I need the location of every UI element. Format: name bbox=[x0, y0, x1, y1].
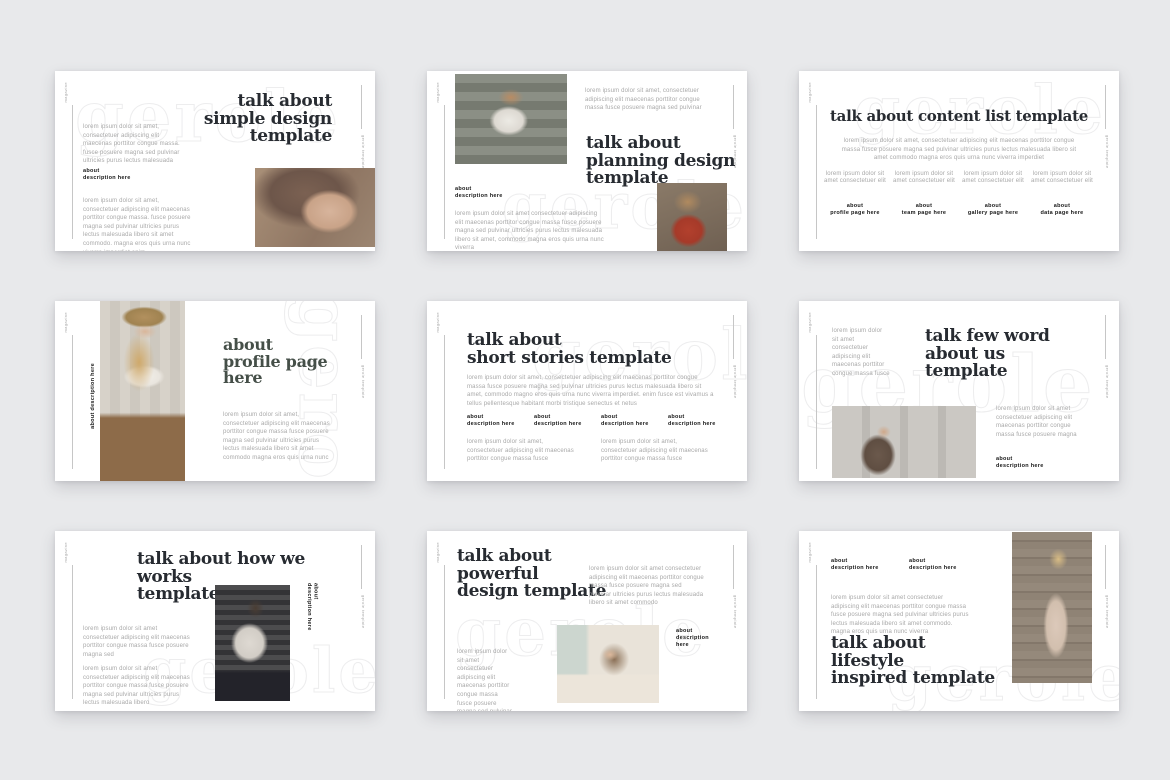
body-paragraph: lorem ipsum dolor sit amet consectetuer … bbox=[83, 665, 195, 708]
slide-thumbnail-how-we-works[interactable]: gerole magazine gerole template talk abo… bbox=[55, 531, 375, 711]
side-rule-right bbox=[361, 315, 362, 359]
side-rule-right bbox=[733, 315, 734, 359]
slide-thumbnail-content-list[interactable]: gerole magazine gerole template talk abo… bbox=[799, 71, 1119, 251]
about-description-label: about description here bbox=[83, 168, 131, 182]
side-rule-left bbox=[444, 335, 445, 469]
side-rule-left bbox=[444, 565, 445, 699]
side-label-template: gerole template bbox=[361, 135, 366, 169]
about-description-label: about description here bbox=[676, 628, 709, 648]
body-paragraph: lorem ipsum dolor sit amet consectetuer … bbox=[457, 648, 514, 711]
about-description-label-vertical: about description here bbox=[90, 363, 97, 429]
intro-paragraph: lorem ipsum dolor sit amet, consectetuer… bbox=[467, 374, 715, 408]
side-label-magazine: magazine bbox=[435, 542, 440, 563]
side-label-magazine: magazine bbox=[63, 82, 68, 103]
side-label-magazine: magazine bbox=[63, 312, 68, 333]
about-data-page-label: about data page here bbox=[1029, 203, 1095, 217]
side-rule-right bbox=[733, 85, 734, 129]
about-description-label: about description here bbox=[601, 414, 649, 428]
side-label-magazine: magazine bbox=[807, 542, 812, 563]
about-description-label: about description here bbox=[534, 414, 582, 428]
column-paragraph: lorem ipsum dolor sit amet, consectetuer… bbox=[467, 438, 579, 464]
slide-heading: talk few word about us template bbox=[925, 328, 1050, 381]
photo-woman-wall bbox=[832, 406, 976, 478]
about-team-page-label: about team page here bbox=[891, 203, 957, 217]
side-rule-left bbox=[444, 105, 445, 239]
slide-thumbnail-powerful-design[interactable]: gerole magazine gerole template talk abo… bbox=[427, 531, 747, 711]
body-paragraph: lorem ipsum dolor sit amet consectetuer … bbox=[83, 625, 193, 659]
side-rule-left bbox=[816, 105, 817, 239]
side-rule-left bbox=[816, 335, 817, 469]
photo-woman-glasses bbox=[557, 625, 659, 703]
side-label-template: gerole template bbox=[1105, 135, 1110, 169]
about-description-label: about description here bbox=[668, 414, 716, 428]
about-description-label: about description here bbox=[831, 558, 879, 572]
slide-heading: talk about planning design template bbox=[586, 135, 735, 188]
side-label-magazine: magazine bbox=[435, 82, 440, 103]
body-paragraph: lorem ipsum dolor sit amet consectetuer … bbox=[589, 565, 705, 608]
slide-heading: talk about short stories template bbox=[467, 332, 672, 367]
slide-heading: talk about simple design template bbox=[204, 93, 332, 146]
slide-thumbnail-planning-design[interactable]: gerole magazine gerole template lorem ip… bbox=[427, 71, 747, 251]
side-rule-left bbox=[816, 565, 817, 699]
body-paragraph: lorem ipsum dolor sit amet consectetuer … bbox=[831, 594, 971, 637]
body-paragraph: lorem ipsum dolor sit amet, consectetuer… bbox=[83, 197, 193, 251]
about-description-label: about description here bbox=[909, 558, 957, 572]
photo-woman-laptop bbox=[455, 74, 567, 164]
photo-woman-portrait bbox=[255, 168, 375, 247]
slide-template-gallery: gerole magazine gerole template talk abo… bbox=[0, 0, 1170, 780]
about-description-label: about description here bbox=[996, 456, 1044, 470]
column-text: lorem ipsum dolor sit amet consectetuer … bbox=[822, 171, 888, 186]
slide-heading: about profile page here bbox=[223, 337, 327, 387]
column-text: lorem ipsum dolor sit amet consectetuer … bbox=[1029, 171, 1095, 186]
about-gallery-page-label: about gallery page here bbox=[960, 203, 1026, 217]
photo-woman-wooden-wall bbox=[1012, 532, 1092, 683]
slide-thumbnail-simple-design[interactable]: gerole magazine gerole template talk abo… bbox=[55, 71, 375, 251]
side-rule-right bbox=[1105, 315, 1106, 359]
body-paragraph: lorem ipsum dolor sit amet, consectetuer… bbox=[223, 411, 337, 463]
slide-heading: talk about content list template bbox=[799, 109, 1119, 125]
side-label-magazine: magazine bbox=[807, 82, 812, 103]
slide-thumbnail-lifestyle[interactable]: gerole magazine gerole template about de… bbox=[799, 531, 1119, 711]
slide-heading: talk about powerful design template bbox=[457, 548, 606, 601]
about-profile-page-label: about profile page here bbox=[822, 203, 888, 217]
side-rule-right bbox=[361, 545, 362, 589]
photo-woman-hat bbox=[100, 301, 185, 481]
intro-paragraph: lorem ipsum dolor sit amet, consectetuer… bbox=[834, 137, 1084, 163]
side-rule-left bbox=[72, 105, 73, 239]
side-rule-right bbox=[1105, 545, 1106, 589]
column-text: lorem ipsum dolor sit amet consectetuer … bbox=[891, 171, 957, 186]
side-label-magazine: magazine bbox=[807, 312, 812, 333]
slide-thumbnail-short-stories[interactable]: gerole magazine gerole template talk abo… bbox=[427, 301, 747, 481]
body-paragraph: lorem ipsum dolor sit amet, consectetuer… bbox=[83, 123, 183, 166]
photo-woman-red-jacket bbox=[657, 183, 727, 251]
slide-heading: talk about lifestyle inspired template bbox=[831, 635, 995, 688]
about-description-label-vertical: about description here bbox=[305, 583, 319, 631]
side-label-magazine: magazine bbox=[63, 542, 68, 563]
side-rule-right bbox=[733, 545, 734, 589]
slide-thumbnail-about-us[interactable]: gerole magazine gerole template lorem ip… bbox=[799, 301, 1119, 481]
side-rule-left bbox=[72, 565, 73, 699]
body-paragraph: lorem ipsum dolor sit amet consectetuer … bbox=[996, 405, 1088, 439]
column-paragraph: lorem ipsum dolor sit amet, consectetuer… bbox=[601, 438, 713, 464]
body-paragraph: lorem ipsum dolor sit amet consectetuer … bbox=[832, 327, 890, 379]
side-label-template: gerole template bbox=[1105, 365, 1110, 399]
photo-woman-sunglasses bbox=[215, 585, 290, 701]
side-label-template: gerole template bbox=[733, 595, 738, 629]
side-label-template: gerole template bbox=[361, 595, 366, 629]
side-label-magazine: magazine bbox=[435, 312, 440, 333]
side-label-template: gerole template bbox=[1105, 595, 1110, 629]
body-paragraph: lorem ipsum dolor sit amet consectetuer … bbox=[455, 210, 607, 251]
side-label-template: gerole template bbox=[733, 365, 738, 399]
side-rule-left bbox=[72, 335, 73, 469]
side-label-template: gerole template bbox=[361, 365, 366, 399]
side-rule-right bbox=[361, 85, 362, 129]
about-description-label: about description here bbox=[467, 414, 515, 428]
column-text: lorem ipsum dolor sit amet consectetuer … bbox=[960, 171, 1026, 186]
slide-thumbnail-profile-page[interactable]: gerole magazine gerole template about de… bbox=[55, 301, 375, 481]
body-paragraph: lorem ipsum dolor sit amet, consectetuer… bbox=[585, 87, 703, 113]
about-description-label: about description here bbox=[455, 186, 503, 200]
